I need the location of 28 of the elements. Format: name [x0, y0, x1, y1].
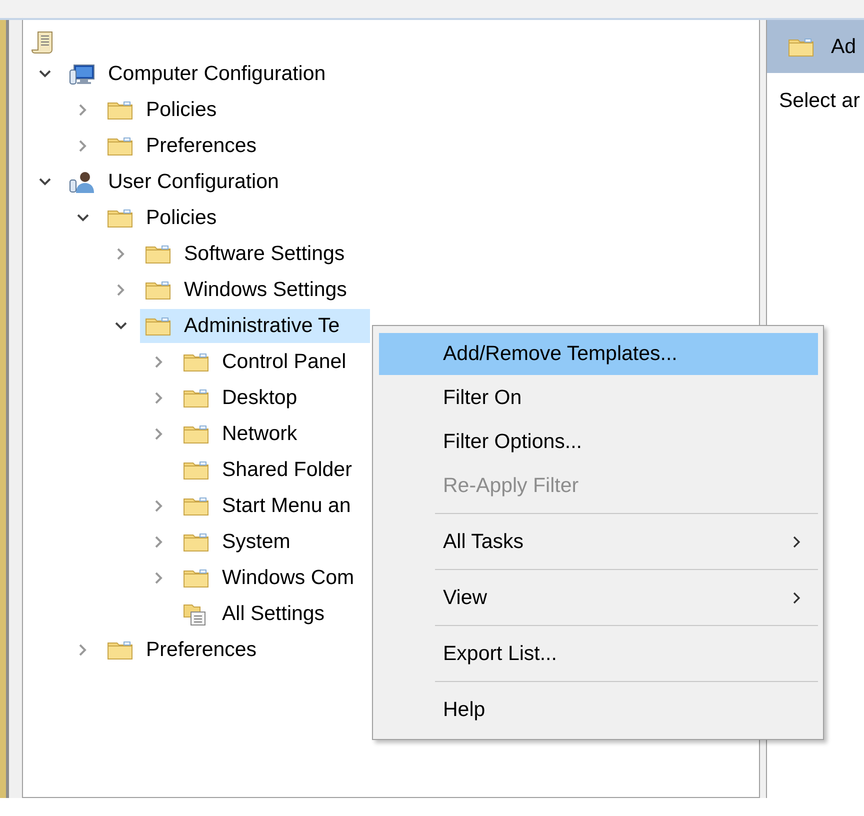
computer-icon	[68, 62, 96, 86]
tree-item[interactable]: Desktop	[182, 381, 302, 415]
tree-item[interactable]: Windows Settings	[144, 273, 351, 307]
menu-item[interactable]: Filter Options...	[379, 421, 818, 463]
tree-item[interactable]: Computer Configuration	[68, 57, 330, 91]
menu-item[interactable]: Filter On	[379, 377, 818, 419]
tree-item[interactable]: System	[182, 525, 294, 559]
menu-item[interactable]: View	[379, 577, 818, 619]
menu-item[interactable]: All Tasks	[379, 521, 818, 563]
tree-item[interactable]: Administrative Te	[140, 309, 370, 343]
user-icon	[68, 170, 96, 194]
tree-item[interactable]: Policies	[106, 201, 221, 235]
menu-item[interactable]: Help	[379, 689, 818, 731]
tree-item[interactable]: Policies	[106, 93, 221, 127]
menu-item[interactable]: Add/Remove Templates...	[379, 333, 818, 375]
tree-item[interactable]: Control Panel	[182, 345, 350, 379]
details-description: Select ar	[778, 88, 861, 113]
tree-item[interactable]: Network	[182, 417, 302, 451]
details-title: Ad	[831, 34, 856, 58]
menu-item[interactable]: Export List...	[379, 633, 818, 675]
tree-item[interactable]: Software Settings	[144, 237, 349, 271]
tree-item[interactable]: Shared Folder	[182, 453, 356, 487]
tree-item[interactable]: All Settings	[182, 597, 329, 631]
tree-item[interactable]: Preferences	[106, 633, 261, 667]
tree-item[interactable]: Preferences	[106, 129, 261, 163]
tree-item[interactable]: Start Menu an	[182, 489, 355, 523]
tree-item[interactable]: User Configuration	[68, 165, 283, 199]
tree-item[interactable]: Windows Com	[182, 561, 358, 595]
